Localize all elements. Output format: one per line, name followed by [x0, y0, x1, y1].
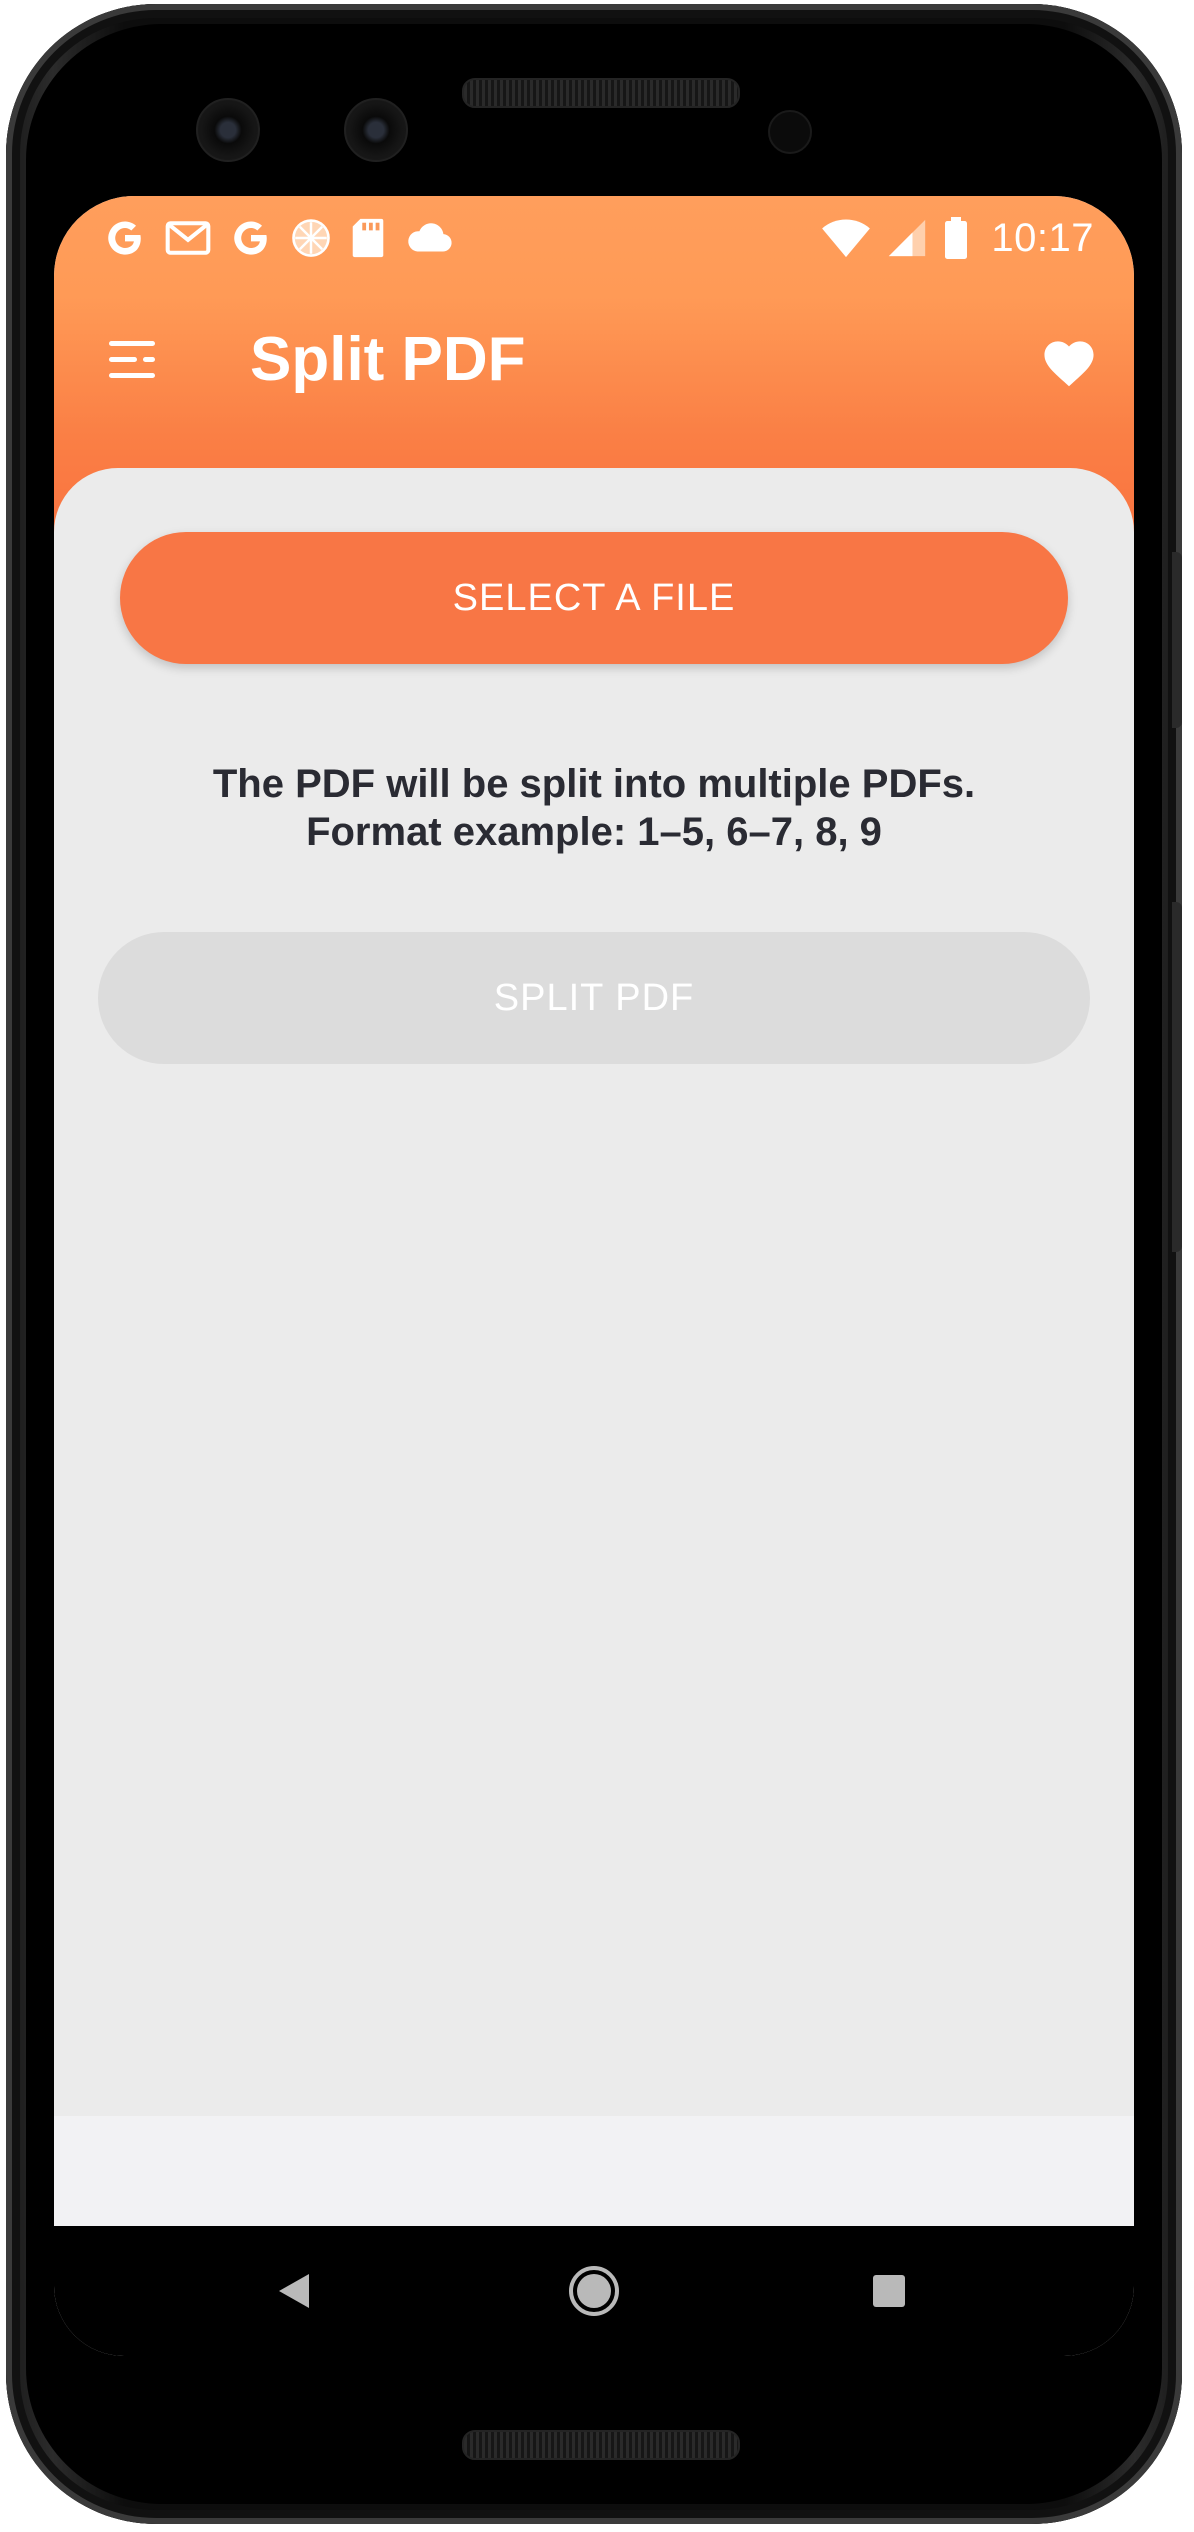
nav-home-button[interactable]: [559, 2256, 629, 2326]
nav-back-button[interactable]: [259, 2256, 329, 2326]
bottom-speaker: [462, 2430, 740, 2460]
notification-icons: [104, 206, 454, 270]
nav-recents-button[interactable]: [854, 2256, 924, 2326]
gmail-icon: [164, 217, 212, 259]
instructions-line-2: Format example: 1–5, 6–7, 8, 9: [306, 810, 882, 854]
system-status-icons: 10:17: [821, 206, 1094, 270]
system-navigation-bar: [54, 2226, 1134, 2356]
earpiece-speaker: [462, 78, 740, 108]
instructions-line-1: The PDF will be split into multiple PDFs…: [212, 762, 976, 806]
back-triangle-icon: [279, 2274, 309, 2308]
google-g-icon-2: [230, 217, 272, 259]
main-content: SELECT A FILE The PDF will be split into…: [54, 468, 1134, 2116]
favorite-button[interactable]: [1032, 324, 1106, 398]
volume-button: [1172, 902, 1182, 1252]
bottom-panel: [54, 2116, 1134, 2226]
sync-spinner-icon: [290, 217, 332, 259]
proximity-sensor: [768, 110, 812, 154]
device-screen: 10:17 Split PDF SELECT A FILE The PDF wi…: [54, 196, 1134, 2356]
power-button: [1172, 552, 1182, 728]
hamburger-menu-icon: [109, 341, 155, 378]
home-circle-icon: [569, 2266, 619, 2316]
split-pdf-button[interactable]: SPLIT PDF: [98, 932, 1090, 1064]
page-title: Split PDF: [250, 325, 526, 394]
recents-square-icon: [873, 2275, 905, 2307]
hamburger-menu-button[interactable]: [100, 326, 168, 394]
front-camera-right: [344, 98, 408, 162]
google-g-icon: [104, 217, 146, 259]
cellular-signal-icon: [887, 217, 927, 259]
battery-icon: [943, 216, 969, 260]
heart-icon: [1044, 341, 1094, 387]
status-bar: 10:17: [54, 196, 1134, 280]
front-camera-left: [196, 98, 260, 162]
select-file-button[interactable]: SELECT A FILE: [120, 532, 1068, 664]
split-instructions: The PDF will be split into multiple PDFs…: [94, 760, 1094, 856]
status-time: 10:17: [991, 215, 1094, 260]
cloud-icon: [404, 217, 454, 259]
sd-card-icon: [350, 217, 386, 259]
wifi-icon: [821, 217, 871, 259]
